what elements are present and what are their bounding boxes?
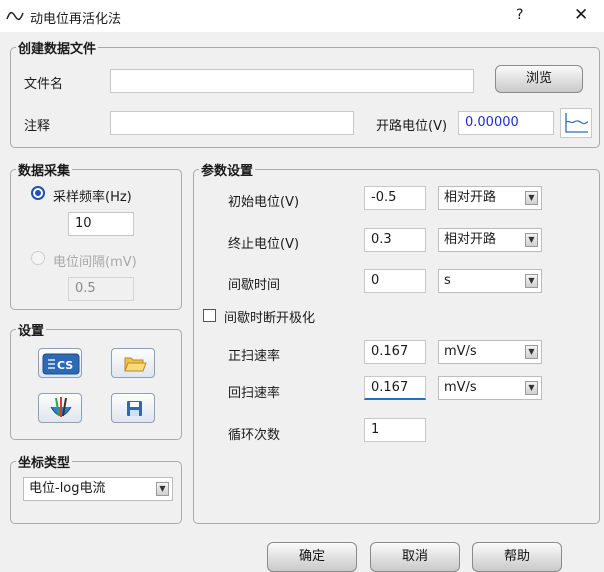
- potential-interval-label: 电位间隔(mV): [53, 255, 137, 270]
- browse-label: 浏览: [525, 71, 552, 86]
- help-button[interactable]: ?: [516, 7, 523, 23]
- cancel-button[interactable]: 取消: [370, 542, 460, 572]
- pause-time-unit: s: [444, 273, 451, 288]
- reverse-rate-unit: mV/s: [444, 380, 477, 395]
- coordinate-select[interactable]: 电位-log电流 ▼: [23, 477, 173, 501]
- sample-rate-input[interactable]: 10: [68, 212, 134, 236]
- pause-disconnect-label: 间歇时断开极化: [224, 311, 316, 326]
- close-button[interactable]: ✕: [574, 5, 588, 25]
- settings-group: 设置: [10, 320, 182, 440]
- reverse-rate-label: 回扫速率: [228, 386, 281, 401]
- note-input[interactable]: [110, 111, 354, 135]
- initial-potential-input[interactable]: -0.5: [364, 186, 426, 210]
- ocp-value-field: 0.00000: [458, 111, 554, 135]
- cs-instrument-icon: CS: [42, 353, 80, 375]
- acquisition-legend: 数据采集: [18, 164, 71, 179]
- cycles-label: 循环次数: [228, 428, 281, 443]
- forward-rate-input[interactable]: 0.167: [364, 340, 426, 364]
- save-button[interactable]: [111, 393, 155, 423]
- chevron-down-icon: ▼: [156, 482, 169, 496]
- cycles-input[interactable]: 1: [364, 418, 426, 442]
- ok-button[interactable]: 确定: [267, 542, 357, 572]
- coordinate-selected: 电位-log电流: [29, 481, 106, 496]
- potential-interval-input: 0.5: [68, 277, 134, 301]
- potential-interval-radio[interactable]: [31, 251, 45, 265]
- create-file-legend: 创建数据文件: [18, 42, 97, 57]
- electrode-cell-icon: [50, 397, 72, 417]
- ocp-label: 开路电位(V): [376, 119, 448, 134]
- cs-instrument-button[interactable]: CS: [38, 348, 82, 378]
- forward-rate-unit: mV/s: [444, 344, 477, 359]
- ocp-chart-button[interactable]: [560, 108, 592, 138]
- help-label: 帮助: [503, 549, 530, 564]
- forward-rate-unit-select[interactable]: mV/s ▼: [438, 340, 542, 364]
- pause-time-input[interactable]: 0: [364, 269, 426, 293]
- filename-label: 文件名: [24, 77, 64, 92]
- help-footer-button[interactable]: 帮助: [472, 542, 562, 572]
- params-legend: 参数设置: [201, 164, 254, 179]
- final-potential-label: 终止电位(V): [228, 237, 300, 252]
- filename-input[interactable]: [110, 69, 474, 93]
- initial-potential-ref-select[interactable]: 相对开路 ▼: [438, 186, 542, 210]
- ocp-chart-icon: [565, 113, 589, 133]
- chevron-down-icon: ▼: [525, 233, 538, 247]
- initial-potential-label: 初始电位(V): [228, 195, 300, 210]
- pause-time-label: 间歇时间: [228, 278, 281, 293]
- open-folder-icon: [124, 357, 147, 372]
- pause-disconnect-checkbox[interactable]: [203, 309, 216, 322]
- forward-rate-label: 正扫速率: [228, 349, 281, 364]
- cancel-label: 取消: [401, 549, 428, 564]
- open-folder-button[interactable]: [111, 348, 155, 378]
- coordinate-legend: 坐标类型: [18, 456, 71, 471]
- svg-text:CS: CS: [57, 359, 73, 372]
- final-potential-input[interactable]: 0.3: [364, 228, 426, 252]
- electrode-cell-button[interactable]: [38, 393, 82, 423]
- title-bar: 动电位再活化法 ? ✕: [0, 0, 604, 32]
- reverse-rate-input[interactable]: 0.167: [364, 376, 426, 400]
- save-floppy-icon: [127, 401, 142, 416]
- note-label: 注释: [24, 119, 51, 134]
- chevron-down-icon: ▼: [525, 381, 538, 395]
- settings-legend: 设置: [18, 324, 45, 339]
- initial-potential-ref: 相对开路: [444, 190, 497, 205]
- chevron-down-icon: ▼: [525, 191, 538, 205]
- sample-rate-radio[interactable]: [31, 186, 45, 200]
- waveform-icon: [6, 11, 24, 21]
- sample-rate-label: 采样频率(Hz): [53, 190, 132, 205]
- pause-time-unit-select[interactable]: s ▼: [438, 269, 542, 293]
- reverse-rate-unit-select[interactable]: mV/s ▼: [438, 376, 542, 400]
- window-title: 动电位再活化法: [30, 12, 122, 27]
- chevron-down-icon: ▼: [525, 274, 538, 288]
- final-potential-ref: 相对开路: [444, 232, 497, 247]
- chevron-down-icon: ▼: [525, 345, 538, 359]
- ok-label: 确定: [298, 549, 325, 564]
- browse-button[interactable]: 浏览: [495, 65, 583, 93]
- final-potential-ref-select[interactable]: 相对开路 ▼: [438, 228, 542, 252]
